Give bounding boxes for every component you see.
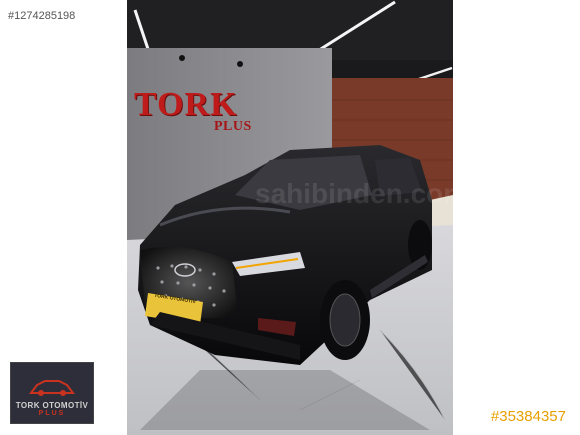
site-watermark: sahibinden.com (255, 178, 469, 209)
dealer-logo-name: TORK OTOMOTİV (15, 401, 89, 410)
car-logo-icon (29, 380, 75, 396)
wall-lamp-2 (237, 61, 243, 67)
dealer-logo: TORK OTOMOTİV PLUS (10, 362, 94, 424)
listing-id-tag: #1274285198 (8, 10, 76, 22)
showroom-sign-sub: PLUS (214, 119, 252, 134)
dealer-logo-sub: PLUS (38, 410, 66, 417)
listing-number: #35384357 (490, 408, 566, 425)
wall-lamp-1 (179, 55, 185, 61)
